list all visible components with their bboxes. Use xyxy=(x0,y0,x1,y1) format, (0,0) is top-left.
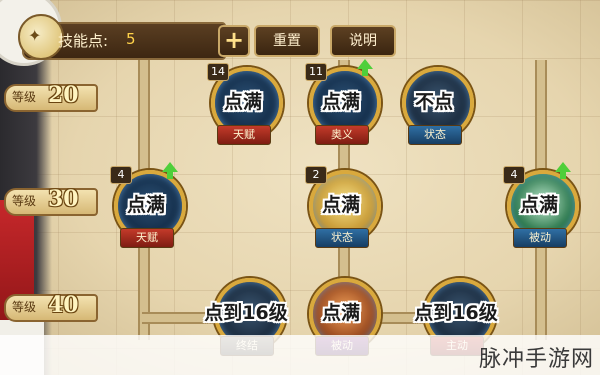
level-value: 20 xyxy=(48,82,79,108)
skill-level-badge: 14 xyxy=(207,63,229,81)
level-value: 30 xyxy=(48,186,79,212)
skill-points-label: 技能点: xyxy=(58,32,109,50)
skill-type-ribbon: 被动 xyxy=(513,228,567,248)
skill-status-label: 点满 xyxy=(223,91,262,113)
skill-level-badge: 11 xyxy=(305,63,327,81)
level-label: 等级 xyxy=(12,90,37,104)
reset-button[interactable]: 重置 xyxy=(254,25,320,57)
emblem-glyph: ✦ xyxy=(28,26,42,45)
skill-tree-screen: ✦ 技能点: 5 + 重置 说明 等级 20 等级 30 等级 40 14 点满… xyxy=(0,0,600,375)
skill-node-r1c2[interactable]: 11 点满 奥义 xyxy=(305,59,381,157)
level-tag-20: 等级 20 xyxy=(4,82,100,112)
level-value: 40 xyxy=(48,292,79,318)
add-points-button[interactable]: + xyxy=(218,25,250,57)
skill-level-badge: 2 xyxy=(305,166,327,184)
skill-type-ribbon: 天赋 xyxy=(217,125,271,145)
skill-node-r2c2[interactable]: 2 点满 状态 xyxy=(305,166,381,260)
skill-level-badge: 4 xyxy=(503,166,525,184)
skill-type-ribbon: 状态 xyxy=(315,228,369,248)
skill-status-label: 点满 xyxy=(519,194,558,216)
upgrade-arrow-icon xyxy=(162,162,178,180)
skill-status-label: 点到16级 xyxy=(204,302,288,324)
skill-status-label: 点到16级 xyxy=(414,302,498,324)
skill-node-r2c1[interactable]: 4 点满 天赋 xyxy=(110,162,186,260)
info-button[interactable]: 说明 xyxy=(330,25,396,57)
skill-status-label: 不点 xyxy=(414,91,453,113)
level-tag-30: 等级 30 xyxy=(4,186,100,216)
skill-status-label: 点满 xyxy=(321,194,360,216)
upgrade-arrow-icon xyxy=(357,59,373,77)
skill-node-r2c3[interactable]: 4 点满 被动 xyxy=(503,162,579,260)
skill-status-label: 点满 xyxy=(321,91,360,113)
skill-level-badge: 4 xyxy=(110,166,132,184)
skill-node-r1c3[interactable]: 不点 状态 xyxy=(398,67,474,157)
skill-status-label: 点满 xyxy=(321,302,360,324)
level-label: 等级 xyxy=(12,300,37,314)
skill-type-ribbon: 奥义 xyxy=(315,125,369,145)
skill-status-label: 点满 xyxy=(126,194,165,216)
skill-type-ribbon: 天赋 xyxy=(120,228,174,248)
watermark-text: 脉冲手游网 xyxy=(478,347,594,372)
skill-points-value: 5 xyxy=(126,30,136,48)
skill-node-r1c1[interactable]: 14 点满 天赋 xyxy=(207,63,283,157)
skill-type-ribbon: 状态 xyxy=(408,125,462,145)
upgrade-arrow-icon xyxy=(555,162,571,180)
level-tag-40: 等级 40 xyxy=(4,292,100,322)
level-label: 等级 xyxy=(12,194,37,208)
